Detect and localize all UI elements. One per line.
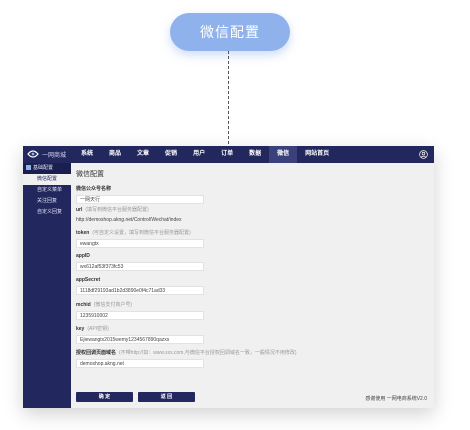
sidebar-item-follow-reply[interactable]: 关注回复 [23, 196, 71, 207]
callback-domain-input[interactable]: demoshop.akng.net [76, 359, 204, 368]
nav-item-orders[interactable]: 订单 [213, 146, 241, 163]
nav-item-wechat[interactable]: 微信 [269, 146, 298, 163]
field-url: url (填写到微信平台服务器配置) http://demoshop.akng.n… [76, 206, 182, 223]
field-label: 授权回调页面域名 (不带http://如：www.xxx.com,与微信平台授权回… [76, 350, 297, 356]
main-nav: 系统 商品 文章 促销 用户 订单 数据 微信 网站首页 [73, 146, 337, 163]
sidebar-item-custom-reply[interactable]: 自定义回复 [23, 207, 71, 218]
key-input[interactable]: Ejiewangtx2015wemy1234567890qazxs [76, 335, 204, 344]
top-navbar: 一网商城 系统 商品 文章 促销 用户 订单 数据 微信 网站首页 [23, 146, 434, 163]
nav-item-promotion[interactable]: 促销 [157, 146, 185, 163]
nav-item-data[interactable]: 数据 [241, 146, 269, 163]
field-label: key (API密钥) [76, 326, 109, 332]
field-label: token (可自定义设置，填写到微信平台服务器配置) [76, 230, 191, 236]
back-button[interactable]: 返 回 [138, 392, 195, 402]
sidebar-item-wechat-config[interactable]: 微信配置 [23, 174, 71, 185]
callout-label: 微信配置 [200, 24, 260, 40]
main-content: 微信配置 微信公众号名称 一网天行 url (填写到微信平台服务器配置) http… [71, 163, 434, 408]
field-callback-domain: 授权回调页面域名 (不带http://如：www.xxx.com,与微信平台授权回… [76, 349, 297, 368]
sidebar-header-label: 基础配置 [33, 165, 54, 171]
feature-callout: 微信配置 [170, 13, 290, 51]
field-label: 微信公众号名称 [76, 186, 112, 192]
field-label: url (填写到微信平台服务器配置) [76, 207, 149, 213]
appsecret-input[interactable]: 1118df29193ad1b2d3890e0f4c71ad33 [76, 286, 204, 295]
nav-item-goods[interactable]: 商品 [101, 146, 129, 163]
field-appid: appID wx612af53f373fc53 [76, 253, 204, 271]
menu-square-icon [26, 165, 31, 170]
nav-item-site-home[interactable]: 网站首页 [297, 146, 337, 163]
user-icon[interactable] [419, 150, 428, 159]
nav-item-articles[interactable]: 文章 [129, 146, 157, 163]
sidebar-header: 基础配置 [23, 163, 71, 174]
field-label: mchid (微信支付商户号) [76, 302, 133, 308]
sidebar: 基础配置 微信配置 自定义菜单 关注回复 自定义回复 [23, 163, 71, 408]
token-input[interactable]: ewangtx [76, 239, 204, 248]
app-window: 一网商城 系统 商品 文章 促销 用户 订单 数据 微信 网站首页 基础配置 微… [23, 146, 434, 408]
field-mchid: mchid (微信支付商户号) 1235910002 [76, 301, 204, 320]
field-label: appSecret [76, 277, 101, 283]
logo-text: 一网商城 [42, 152, 67, 159]
footer-text: 感谢使用 一网电商系统V2.0 [365, 396, 427, 402]
nav-item-system[interactable]: 系统 [73, 146, 101, 163]
save-button[interactable]: 确 定 [76, 392, 133, 402]
field-appsecret: appSecret 1118df29193ad1b2d3890e0f4c71ad… [76, 277, 204, 295]
logo[interactable]: 一网商城 [27, 149, 66, 159]
sidebar-item-custom-menu[interactable]: 自定义菜单 [23, 185, 71, 196]
field-account-name: 微信公众号名称 一网天行 [76, 185, 204, 204]
url-value: http://demoshop.akng.net/Control/Wechat/… [76, 217, 182, 223]
page-title: 微信配置 [76, 171, 104, 178]
appid-input[interactable]: wx612af53f373fc53 [76, 262, 204, 271]
nav-item-users[interactable]: 用户 [185, 146, 213, 163]
logo-icon [27, 150, 39, 158]
mchid-input[interactable]: 1235910002 [76, 311, 204, 320]
field-token: token (可自定义设置，填写到微信平台服务器配置) ewangtx [76, 229, 204, 248]
field-key: key (API密钥) Ejiewangtx2015wemy1234567890q… [76, 325, 204, 344]
field-label: appID [76, 253, 90, 259]
account-name-input[interactable]: 一网天行 [76, 195, 204, 204]
